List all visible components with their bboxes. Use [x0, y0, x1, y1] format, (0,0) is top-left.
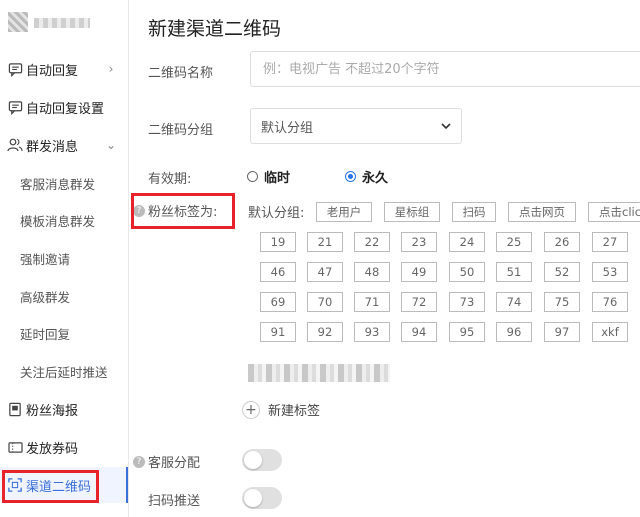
sidebar-subitem-advanced-mass[interactable]: 高级群发 — [0, 278, 128, 314]
tag-chip[interactable]: 47 — [307, 262, 343, 282]
chevron-right-icon: › — [108, 62, 114, 76]
service-assign-text: 客服分配 — [148, 456, 201, 471]
tag-chip[interactable]: 93 — [354, 322, 390, 342]
qrcode-group-label: 二维码分组 — [148, 123, 214, 138]
scan-push-label: 扫码推送 — [148, 494, 201, 509]
default-group-label: 默认分组: — [248, 206, 305, 221]
sidebar-item-label: 模板消息群发 — [20, 213, 96, 229]
qrcode-name-label: 二维码名称 — [148, 66, 214, 81]
account-profile[interactable] — [6, 8, 126, 36]
tag-chip[interactable]: 51 — [496, 262, 532, 282]
service-assign-label: ? 客服分配 — [133, 452, 200, 471]
tag-chip[interactable]: 76 — [592, 292, 628, 312]
validity-permanent-radio[interactable]: 永久 — [345, 167, 388, 186]
sidebar-item-auto-reply[interactable]: 自动回复 › — [0, 51, 128, 87]
sidebar-subitem-force-invite[interactable]: 强制邀请 — [0, 240, 128, 276]
validity-label: 有效期: — [148, 172, 192, 187]
ticket-icon — [7, 439, 23, 455]
tag-chip[interactable]: 91 — [260, 322, 296, 342]
poster-icon — [7, 401, 23, 417]
radio-label: 永久 — [362, 171, 389, 186]
tag-chip[interactable]: 46 — [260, 262, 296, 282]
qrcode-name-field[interactable] — [250, 51, 640, 87]
tag-chip[interactable]: 星标组 — [384, 202, 440, 222]
service-assign-toggle[interactable] — [242, 449, 282, 471]
sidebar-item-auto-reply-settings[interactable]: 自动回复设置 — [0, 89, 128, 125]
sidebar-subitem-follow-delayed-push[interactable]: 关注后延时推送 — [0, 353, 128, 389]
chat-bubble-icon — [7, 99, 23, 115]
chevron-down-icon — [441, 119, 451, 134]
sidebar-item-fan-poster[interactable]: 粉丝海报 — [0, 391, 128, 427]
sidebar-item-label: 强制邀请 — [20, 251, 71, 267]
tag-chip[interactable]: 73 — [449, 292, 485, 312]
sidebar-item-coupon-code[interactable]: 发放券码 — [0, 429, 128, 465]
help-icon[interactable]: ? — [133, 455, 145, 468]
tag-chip[interactable]: 扫码 — [452, 202, 496, 222]
sidebar-item-label: 延时回复 — [20, 326, 71, 342]
users-icon — [7, 137, 23, 153]
sidebar-item-label: 关注后延时推送 — [20, 364, 108, 380]
highlight-box-sidebar — [2, 470, 99, 503]
page-title: 新建渠道二维码 — [148, 18, 282, 40]
tag-chip[interactable]: 24 — [449, 232, 485, 252]
tag-chip[interactable]: 点击click — [588, 202, 640, 222]
tag-chip[interactable]: 25 — [496, 232, 532, 252]
sidebar-subitem-service-mass[interactable]: 客服消息群发 — [0, 165, 128, 201]
radio-circle — [247, 171, 258, 182]
validity-temporary-radio[interactable]: 临时 — [247, 167, 290, 186]
sidebar: 自动回复 › 自动回复设置 群发消息 ⌄ 客服消息群发 模板消息群发 强制邀请 … — [0, 0, 129, 517]
sidebar-item-label: 客服消息群发 — [20, 176, 96, 192]
qrcode-group-select[interactable]: 默认分组 — [250, 108, 462, 144]
sidebar-item-label: 发放券码 — [26, 441, 79, 457]
tag-chip[interactable]: 50 — [449, 262, 485, 282]
tag-chip[interactable]: 19 — [260, 232, 296, 252]
tag-chip[interactable]: 22 — [354, 232, 390, 252]
tag-chip[interactable]: 70 — [307, 292, 343, 312]
sidebar-item-mass-message[interactable]: 群发消息 ⌄ — [0, 127, 128, 163]
sidebar-item-label: 群发消息 — [26, 139, 79, 155]
tag-chip[interactable]: 94 — [401, 322, 437, 342]
blurred-tag-group — [248, 364, 390, 382]
scan-push-toggle[interactable] — [242, 487, 282, 509]
tag-chip[interactable]: 点击网页 — [508, 202, 576, 222]
tag-chip[interactable]: 72 — [401, 292, 437, 312]
tag-chip[interactable]: 26 — [544, 232, 580, 252]
tag-chip[interactable]: 老用户 — [316, 202, 372, 222]
tag-chip[interactable]: 75 — [544, 292, 580, 312]
radio-circle — [345, 171, 356, 182]
tag-chip[interactable]: 52 — [544, 262, 580, 282]
tag-chip[interactable]: 23 — [401, 232, 437, 252]
sidebar-subitem-delayed-reply[interactable]: 延时回复 — [0, 315, 128, 351]
avatar — [8, 12, 28, 32]
qrcode-name-input[interactable] — [251, 52, 640, 86]
account-name-blurred — [34, 18, 90, 28]
sidebar-item-label: 自动回复设置 — [26, 101, 105, 117]
group-selected-value: 默认分组 — [261, 120, 314, 136]
sidebar-item-label: 自动回复 — [26, 63, 79, 79]
tag-chip[interactable]: 49 — [401, 262, 437, 282]
tag-chip[interactable]: 71 — [354, 292, 390, 312]
highlight-box-fans-tag — [131, 193, 235, 229]
add-tag-button[interactable]: + 新建标签 — [242, 400, 320, 419]
tag-chip[interactable]: 96 — [496, 322, 532, 342]
tag-chip[interactable]: 69 — [260, 292, 296, 312]
plus-icon: + — [242, 400, 260, 419]
chat-bubble-icon — [7, 61, 23, 77]
tag-chip[interactable]: 53 — [592, 262, 628, 282]
tag-chip[interactable]: 48 — [354, 262, 390, 282]
tag-chip[interactable]: xkf — [592, 322, 628, 342]
add-tag-label: 新建标签 — [268, 404, 321, 419]
tag-chip[interactable]: 92 — [307, 322, 343, 342]
tag-chip[interactable]: 27 — [592, 232, 628, 252]
tag-chip[interactable]: 74 — [496, 292, 532, 312]
tag-chip[interactable]: 95 — [449, 322, 485, 342]
radio-label: 临时 — [264, 171, 291, 186]
sidebar-item-label: 高级群发 — [20, 289, 71, 305]
sidebar-item-label: 粉丝海报 — [26, 403, 79, 419]
chevron-down-icon: ⌄ — [105, 138, 117, 152]
sidebar-subitem-template-mass[interactable]: 模板消息群发 — [0, 202, 128, 238]
tag-chip[interactable]: 97 — [544, 322, 580, 342]
tag-chip[interactable]: 21 — [307, 232, 343, 252]
